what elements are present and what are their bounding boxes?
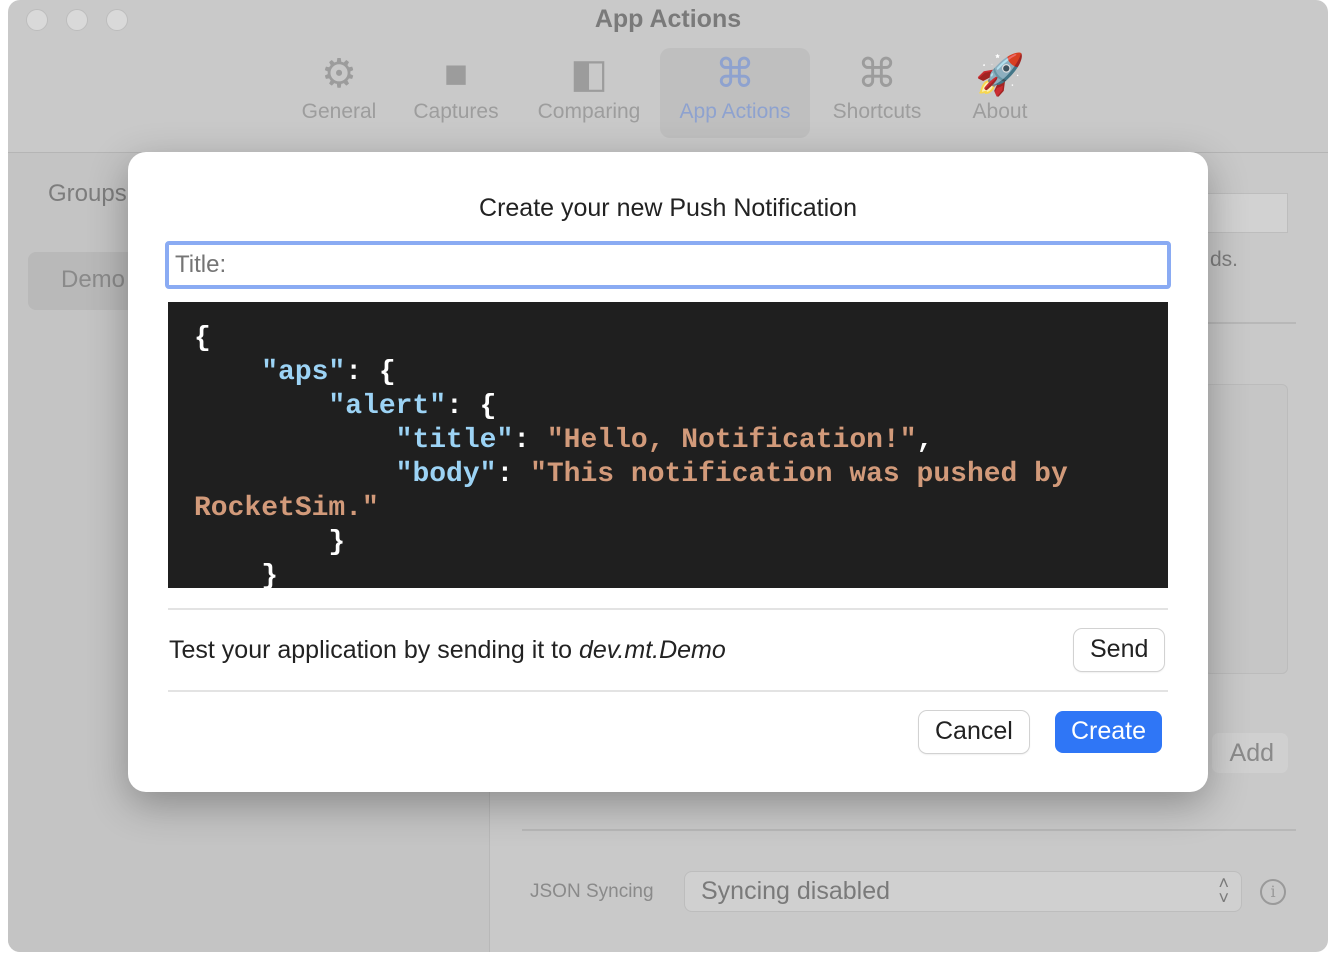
tab-label: General xyxy=(301,100,377,123)
tab-comparing[interactable]: ◧ Comparing xyxy=(530,48,648,138)
test-text: Test your application by sending it to xyxy=(169,636,579,664)
groups-label: Groups xyxy=(48,180,127,207)
code-line: "body": "This notification was pushed by xyxy=(194,458,1168,492)
json-key: "aps" xyxy=(261,357,346,388)
select-value: Syncing disabled xyxy=(701,877,891,905)
create-button[interactable]: Create xyxy=(1055,711,1163,753)
tab-label: Captures xyxy=(413,100,499,123)
bundle-id: dev.mt.Demo xyxy=(578,636,726,664)
tab-shortcuts[interactable]: ⌘ Shortcuts xyxy=(822,48,932,138)
json-punctuation xyxy=(194,357,261,388)
json-punctuation xyxy=(194,391,328,422)
partial-text: ds. xyxy=(1210,248,1239,271)
test-description: Test your application by sending it to d… xyxy=(169,636,726,665)
title-input[interactable] xyxy=(165,241,1171,289)
json-syncing-select[interactable]: Syncing disabled ˄ ˅ xyxy=(684,871,1242,912)
info-icon[interactable]: i xyxy=(1260,879,1286,905)
split-view-icon: ◧ xyxy=(570,52,608,96)
code-line: RocketSim." xyxy=(194,492,1168,526)
send-button[interactable]: Send xyxy=(1074,629,1165,671)
tab-about[interactable]: 🚀 About xyxy=(960,48,1040,138)
divider xyxy=(1204,322,1296,324)
json-punctuation: : { xyxy=(345,357,396,388)
divider xyxy=(522,829,1296,831)
json-string: "Hello, Notification!" xyxy=(546,425,917,456)
divider xyxy=(168,608,1168,610)
code-line: "alert": { xyxy=(194,390,1168,424)
tab-app-actions[interactable]: ⌘ App Actions xyxy=(660,48,810,138)
tab-captures[interactable]: ■ Captures xyxy=(406,48,506,138)
code-line: } xyxy=(194,526,1168,560)
cancel-button[interactable]: Cancel xyxy=(919,711,1029,753)
json-punctuation xyxy=(194,425,396,456)
json-punctuation xyxy=(194,459,396,490)
tab-label: App Actions xyxy=(679,100,791,123)
window-title: App Actions xyxy=(594,5,742,33)
tab-label: Shortcuts xyxy=(832,100,922,123)
command-circle-icon: ⌘ xyxy=(857,52,897,96)
json-key: "alert" xyxy=(328,391,447,422)
background-panel xyxy=(1204,384,1288,674)
tab-label: Comparing xyxy=(537,100,641,123)
push-notification-sheet: Create your new Push Notification { "aps… xyxy=(128,152,1208,792)
chevron-up-down-icon: ˄ ˅ xyxy=(1218,873,1229,908)
divider xyxy=(168,690,1168,692)
video-camera-icon: ■ xyxy=(443,51,469,96)
json-string: "This notification was pushed by xyxy=(530,459,1068,490)
background-field[interactable] xyxy=(1198,193,1288,233)
json-punctuation: { xyxy=(194,323,211,354)
code-line: "aps": { xyxy=(194,356,1168,390)
code-line: "title": "Hello, Notification!", xyxy=(194,424,1168,458)
json-punctuation: } xyxy=(194,561,279,588)
json-punctuation: : xyxy=(513,425,547,456)
code-line: { xyxy=(194,322,1168,356)
json-key: "body" xyxy=(395,459,497,490)
tab-general[interactable]: ⚙ General xyxy=(298,48,380,138)
json-string: RocketSim." xyxy=(194,493,379,524)
json-punctuation: } xyxy=(194,527,346,558)
json-key: "title" xyxy=(395,425,514,456)
json-punctuation: , xyxy=(916,425,934,456)
json-punctuation: : xyxy=(496,459,531,490)
tab-label: About xyxy=(972,100,1028,123)
gear-icon: ⚙ xyxy=(321,52,357,96)
sheet-title: Create your new Push Notification xyxy=(479,194,857,222)
rocket-icon: 🚀 xyxy=(975,52,1025,97)
command-icon: ⌘ xyxy=(715,52,755,96)
json-punctuation: : { xyxy=(446,391,497,422)
code-line: } xyxy=(194,560,1168,588)
json-syncing-label: JSON Syncing xyxy=(530,881,654,902)
add-button[interactable]: Add xyxy=(1212,733,1288,773)
json-payload-editor[interactable]: { "aps": { "alert": { "title": "Hello, N… xyxy=(168,302,1168,588)
